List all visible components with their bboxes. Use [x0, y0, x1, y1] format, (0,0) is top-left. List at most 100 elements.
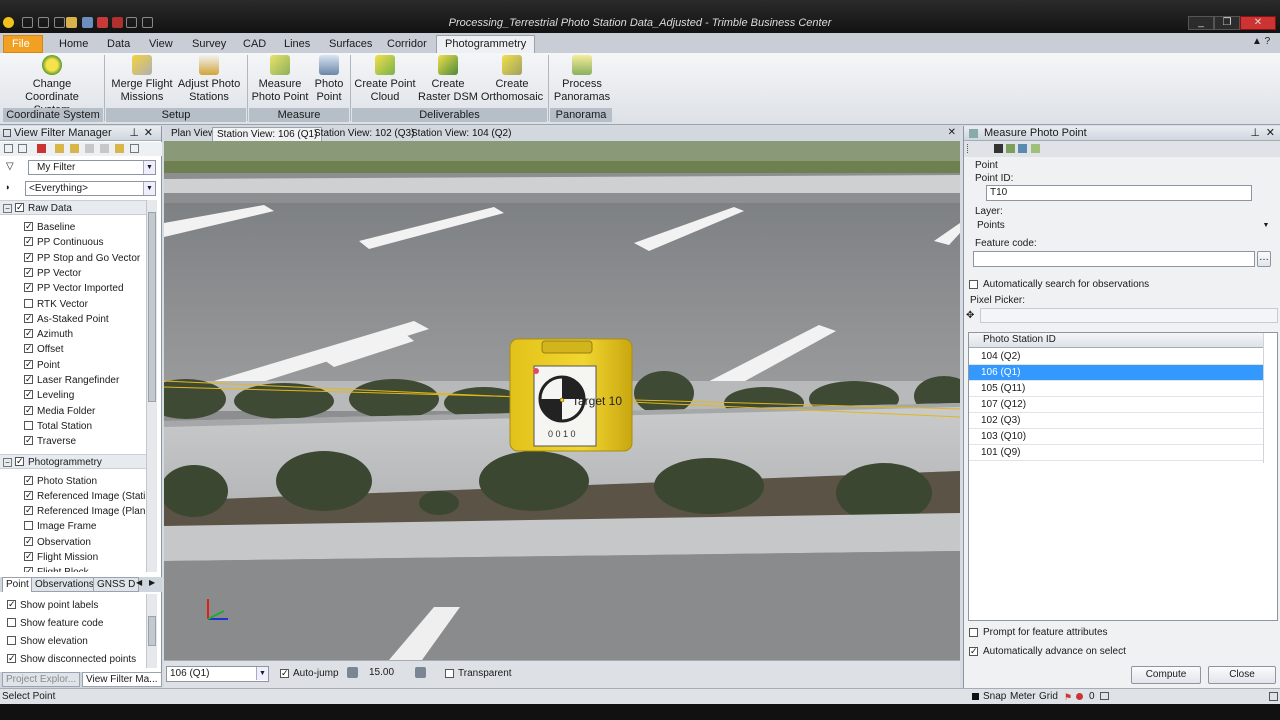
item-checkbox[interactable]: [24, 237, 33, 247]
zoom-apply-icon[interactable]: [415, 667, 426, 678]
item-checkbox[interactable]: [24, 329, 33, 339]
station-view-image[interactable]: 0 0 1 0 Target 10: [164, 141, 960, 660]
item-checkbox[interactable]: [24, 536, 33, 546]
item-checkbox[interactable]: [24, 313, 33, 323]
tree-item[interactable]: Image Frame: [0, 519, 146, 534]
tree-item[interactable]: Flight Block: [0, 565, 146, 572]
tree-item[interactable]: Baseline: [0, 220, 146, 235]
tree-item[interactable]: Leveling: [0, 388, 146, 403]
photo-canvas[interactable]: 0 0 1 0 Target 10: [164, 141, 960, 660]
minimize-button[interactable]: _: [1188, 16, 1214, 30]
tab-photogrammetry[interactable]: Photogrammetry: [436, 35, 536, 53]
item-checkbox[interactable]: [24, 222, 33, 231]
toolbar-icon[interactable]: [85, 144, 94, 153]
tree-item[interactable]: RTK Vector: [0, 297, 146, 312]
toolbar-icon[interactable]: [1018, 144, 1027, 153]
item-checkbox[interactable]: [24, 506, 33, 516]
close-view-icon[interactable]: ✕: [948, 127, 956, 138]
tab-file[interactable]: File: [3, 35, 43, 53]
tab-observations[interactable]: Observations: [31, 577, 98, 592]
feature-code-field[interactable]: [973, 251, 1255, 267]
item-checkbox[interactable]: [24, 375, 33, 384]
tree-item[interactable]: As-Staked Point: [0, 312, 146, 327]
tree-item[interactable]: PP Vector: [0, 266, 146, 281]
tab-gnss[interactable]: GNSS D: [93, 577, 140, 592]
tab-cad[interactable]: CAD: [234, 35, 275, 53]
collapse-icon[interactable]: −: [3, 457, 12, 467]
close-panel-icon[interactable]: ✕: [1266, 126, 1275, 141]
feature-code-browse-button[interactable]: …: [1257, 251, 1271, 267]
tree-group[interactable]: − Raw Data: [0, 200, 146, 216]
prompt-attributes-checkbox[interactable]: [969, 628, 978, 637]
adjust-photo-stations-button[interactable]: Adjust Photo Stations: [176, 55, 242, 104]
station-select[interactable]: 106 (Q1) ▼: [166, 666, 269, 682]
item-checkbox[interactable]: [24, 436, 33, 446]
item-checkbox[interactable]: [24, 298, 33, 308]
point-option[interactable]: Show elevation: [0, 634, 146, 649]
option-checkbox[interactable]: [7, 636, 16, 645]
toolbar-icon[interactable]: [1006, 144, 1015, 153]
tab-view-filter-manager[interactable]: View Filter Ma...: [82, 672, 162, 687]
station-row[interactable]: 102 (Q3): [969, 413, 1263, 429]
transparent-checkbox[interactable]: [445, 669, 454, 678]
prev-tab-icon[interactable]: ◀: [136, 578, 142, 587]
toolbar-icon[interactable]: [1031, 144, 1040, 153]
maximize-button[interactable]: ❐: [1214, 16, 1240, 30]
toolbar-icon[interactable]: [37, 144, 46, 153]
pin-icon[interactable]: ⊥: [1250, 126, 1260, 141]
toolbar-icon[interactable]: [55, 144, 64, 153]
pin-icon[interactable]: ⊥: [129, 126, 139, 141]
create-point-cloud-button[interactable]: Create Point Cloud: [354, 55, 416, 104]
options-scrollbar[interactable]: [146, 594, 157, 668]
tab-lines[interactable]: Lines: [275, 35, 319, 53]
tab-station-view-102[interactable]: Station View: 102 (Q3): [310, 127, 418, 141]
tree-item[interactable]: PP Stop and Go Vector: [0, 251, 146, 266]
merge-flight-missions-button[interactable]: Merge Flight Missions: [110, 55, 174, 104]
tree-item[interactable]: Laser Rangefinder: [0, 373, 146, 388]
toolbar-icon[interactable]: [115, 144, 124, 153]
close-window-button[interactable]: ✕: [1240, 16, 1276, 30]
snap-label[interactable]: Snap: [983, 689, 1006, 704]
help-icon[interactable]: ▲ ?: [1252, 36, 1270, 47]
group-checkbox[interactable]: [15, 456, 24, 466]
item-checkbox[interactable]: [24, 552, 33, 561]
option-checkbox[interactable]: [7, 654, 16, 663]
option-checkbox[interactable]: [7, 600, 16, 609]
tree-item[interactable]: Offset: [0, 342, 146, 357]
tab-surfaces[interactable]: Surfaces: [320, 35, 381, 53]
create-raster-dsm-button[interactable]: Create Raster DSM: [418, 55, 478, 104]
tree-item[interactable]: Azimuth: [0, 327, 146, 342]
tab-survey[interactable]: Survey: [183, 35, 235, 53]
tab-view[interactable]: View: [140, 35, 182, 53]
item-checkbox[interactable]: [24, 283, 33, 293]
tree-item[interactable]: Photo Station: [0, 474, 146, 489]
item-checkbox[interactable]: [24, 420, 33, 430]
tree-item[interactable]: PP Vector Imported: [0, 281, 146, 296]
toolbar-icon[interactable]: [994, 144, 1003, 153]
tree-item[interactable]: PP Continuous: [0, 235, 146, 250]
filter-select[interactable]: My Filter ▼: [28, 160, 156, 175]
toolbar-icon[interactable]: [18, 144, 27, 153]
units-label[interactable]: Meter: [1010, 689, 1036, 704]
auto-advance-checkbox[interactable]: [969, 647, 978, 656]
tab-data[interactable]: Data: [98, 35, 139, 53]
auto-jump-checkbox[interactable]: [280, 669, 289, 678]
station-row[interactable]: 103 (Q10): [969, 429, 1263, 445]
tree-item[interactable]: Observation: [0, 535, 146, 550]
layers-icon[interactable]: [1100, 692, 1109, 700]
item-checkbox[interactable]: [24, 521, 33, 531]
create-orthomosaic-button[interactable]: Create Orthomosaic: [480, 55, 544, 104]
tab-station-view-106[interactable]: Station View: 106 (Q1): [212, 127, 323, 141]
item-checkbox[interactable]: [24, 390, 33, 400]
tab-home[interactable]: Home: [50, 35, 97, 53]
point-option[interactable]: Show feature code: [0, 616, 146, 631]
layer-select[interactable]: Points ▼: [973, 218, 1273, 234]
process-panoramas-button[interactable]: Process Panoramas: [552, 55, 612, 104]
item-checkbox[interactable]: [24, 344, 33, 354]
pixel-picker-field[interactable]: [980, 308, 1278, 323]
item-checkbox[interactable]: [24, 359, 33, 369]
station-row[interactable]: 101 (Q9): [969, 445, 1263, 461]
item-checkbox[interactable]: [24, 252, 33, 262]
station-row[interactable]: 105 (Q11): [969, 381, 1263, 397]
close-button[interactable]: Close: [1208, 666, 1276, 684]
